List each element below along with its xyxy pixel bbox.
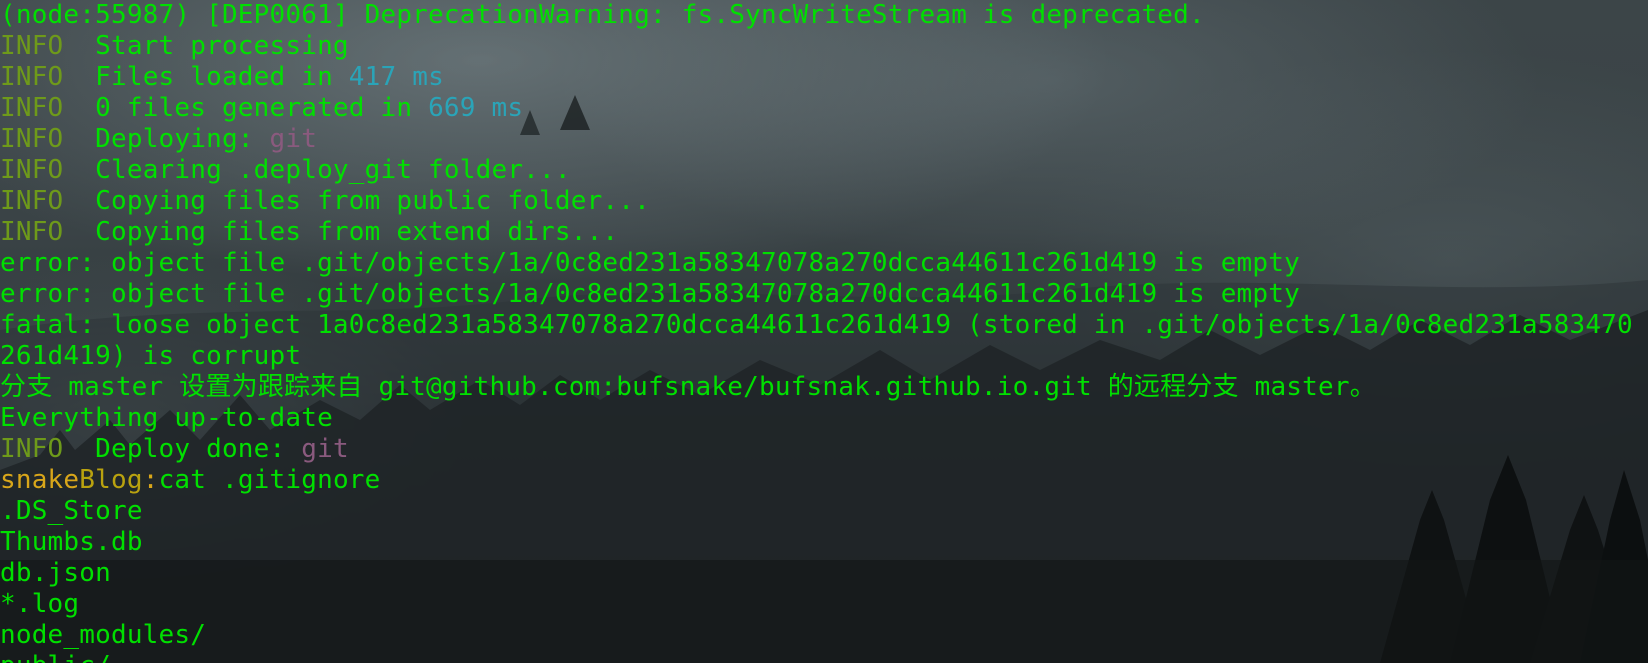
terminal-line: 261d419) is corrupt bbox=[0, 341, 1648, 372]
terminal-line: public/ bbox=[0, 651, 1648, 663]
output-text: 分支 master 设置为跟踪来自 git@github.com:bufsnak… bbox=[0, 372, 1376, 402]
output-text: (node:55987) [DEP0061] DeprecationWarnin… bbox=[0, 0, 1205, 30]
terminal-line: INFO Deploy done: git bbox=[0, 434, 1648, 465]
terminal-line: fatal: loose object 1a0c8ed231a58347078a… bbox=[0, 310, 1648, 341]
terminal-line: *.log bbox=[0, 589, 1648, 620]
terminal-line: node_modules/ bbox=[0, 620, 1648, 651]
log-message: Deploy done: bbox=[63, 434, 302, 464]
log-level: INFO bbox=[0, 434, 64, 464]
terminal-line: Thumbs.db bbox=[0, 527, 1648, 558]
terminal-line: error: object file .git/objects/1a/0c8ed… bbox=[0, 248, 1648, 279]
log-duration: 417 ms bbox=[348, 62, 444, 92]
log-message: Clearing .deploy_git folder... bbox=[63, 155, 571, 185]
log-level: INFO bbox=[0, 124, 64, 154]
output-text: error: object file .git/objects/1a/0c8ed… bbox=[0, 279, 1300, 309]
output-text: Thumbs.db bbox=[0, 527, 143, 557]
prompt-host: Blog bbox=[79, 465, 143, 495]
prompt-separator: : bbox=[142, 465, 159, 495]
output-text: fatal: loose object 1a0c8ed231a58347078a… bbox=[0, 310, 1633, 340]
output-text: db.json bbox=[0, 558, 111, 588]
log-level: INFO bbox=[0, 155, 64, 185]
output-text: node_modules/ bbox=[0, 620, 207, 650]
prompt-command: cat .gitignore bbox=[158, 465, 381, 495]
terminal-line: db.json bbox=[0, 558, 1648, 589]
output-text: public/ bbox=[0, 651, 111, 663]
terminal-line: INFO Files loaded in 417 ms bbox=[0, 62, 1648, 93]
terminal-output[interactable]: (node:55987) [DEP0061] DeprecationWarnin… bbox=[0, 0, 1648, 663]
deployer-name: git bbox=[301, 434, 349, 464]
prompt-user: snake bbox=[0, 465, 80, 495]
log-level: INFO bbox=[0, 62, 64, 92]
output-text: error: object file .git/objects/1a/0c8ed… bbox=[0, 248, 1300, 278]
terminal-line: INFO Clearing .deploy_git folder... bbox=[0, 155, 1648, 186]
terminal-line: .DS_Store bbox=[0, 496, 1648, 527]
log-message: Start processing bbox=[63, 31, 349, 61]
log-message: Copying files from extend dirs... bbox=[63, 217, 619, 247]
log-duration: 669 ms bbox=[428, 93, 524, 123]
output-text: 261d419) is corrupt bbox=[0, 341, 302, 371]
terminal-line: INFO Copying files from public folder... bbox=[0, 186, 1648, 217]
log-level: INFO bbox=[0, 186, 64, 216]
log-level: INFO bbox=[0, 31, 64, 61]
terminal-line: (node:55987) [DEP0061] DeprecationWarnin… bbox=[0, 0, 1648, 31]
log-message: Files loaded in bbox=[63, 62, 349, 92]
log-message: Copying files from public folder... bbox=[63, 186, 650, 216]
terminal-line: INFO Deploying: git bbox=[0, 124, 1648, 155]
terminal-line: INFO Start processing bbox=[0, 31, 1648, 62]
output-text: .DS_Store bbox=[0, 496, 143, 526]
output-text: *.log bbox=[0, 589, 80, 619]
log-message: 0 files generated in bbox=[63, 93, 429, 123]
terminal-line: INFO 0 files generated in 669 ms bbox=[0, 93, 1648, 124]
terminal-line: Everything up-to-date bbox=[0, 403, 1648, 434]
log-message: Deploying: bbox=[63, 124, 270, 154]
terminal-line: 分支 master 设置为跟踪来自 git@github.com:bufsnak… bbox=[0, 372, 1648, 403]
terminal-line: snakeBlog:cat .gitignore bbox=[0, 465, 1648, 496]
log-level: INFO bbox=[0, 217, 64, 247]
terminal-line: INFO Copying files from extend dirs... bbox=[0, 217, 1648, 248]
output-text: Everything up-to-date bbox=[0, 403, 333, 433]
deployer-name: git bbox=[269, 124, 318, 154]
log-level: INFO bbox=[0, 93, 64, 123]
terminal-line: error: object file .git/objects/1a/0c8ed… bbox=[0, 279, 1648, 310]
